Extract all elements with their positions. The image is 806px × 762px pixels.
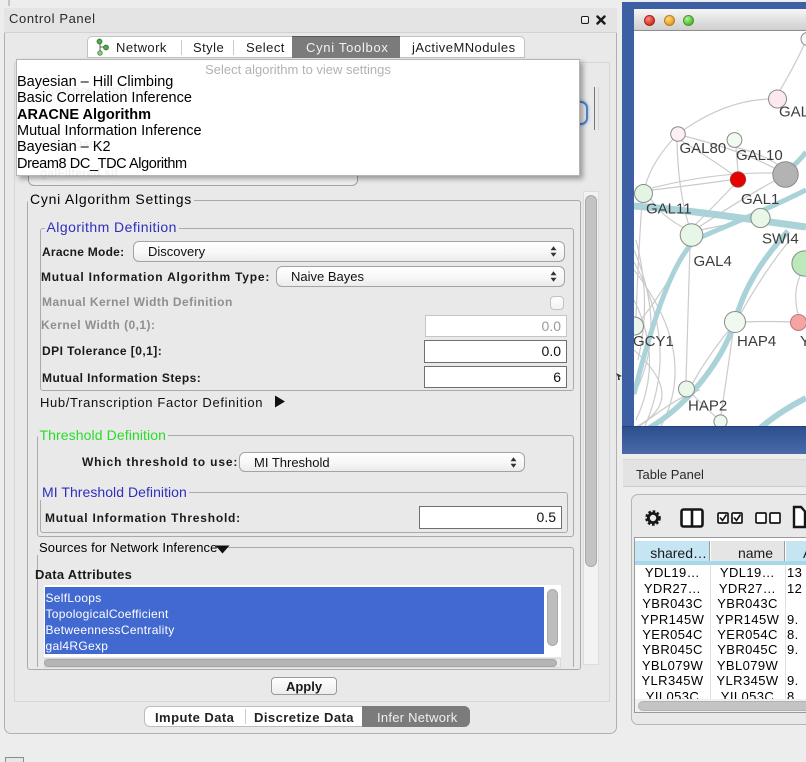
svg-text:GAL4: GAL4 (694, 253, 732, 270)
svg-text:GAL80: GAL80 (680, 140, 727, 157)
svg-text:GAL10: GAL10 (736, 147, 783, 164)
svg-text:Y: Y (800, 333, 806, 350)
svg-text:HAP4: HAP4 (737, 333, 776, 350)
svg-text:GAL11: GAL11 (646, 201, 692, 218)
svg-text:SWI4: SWI4 (762, 231, 799, 248)
svg-text:GAL1: GAL1 (741, 191, 779, 208)
svg-text:HAP2: HAP2 (688, 398, 727, 415)
svg-text:GCY1: GCY1 (634, 333, 674, 350)
svg-text:GAL7: GAL7 (779, 104, 806, 121)
